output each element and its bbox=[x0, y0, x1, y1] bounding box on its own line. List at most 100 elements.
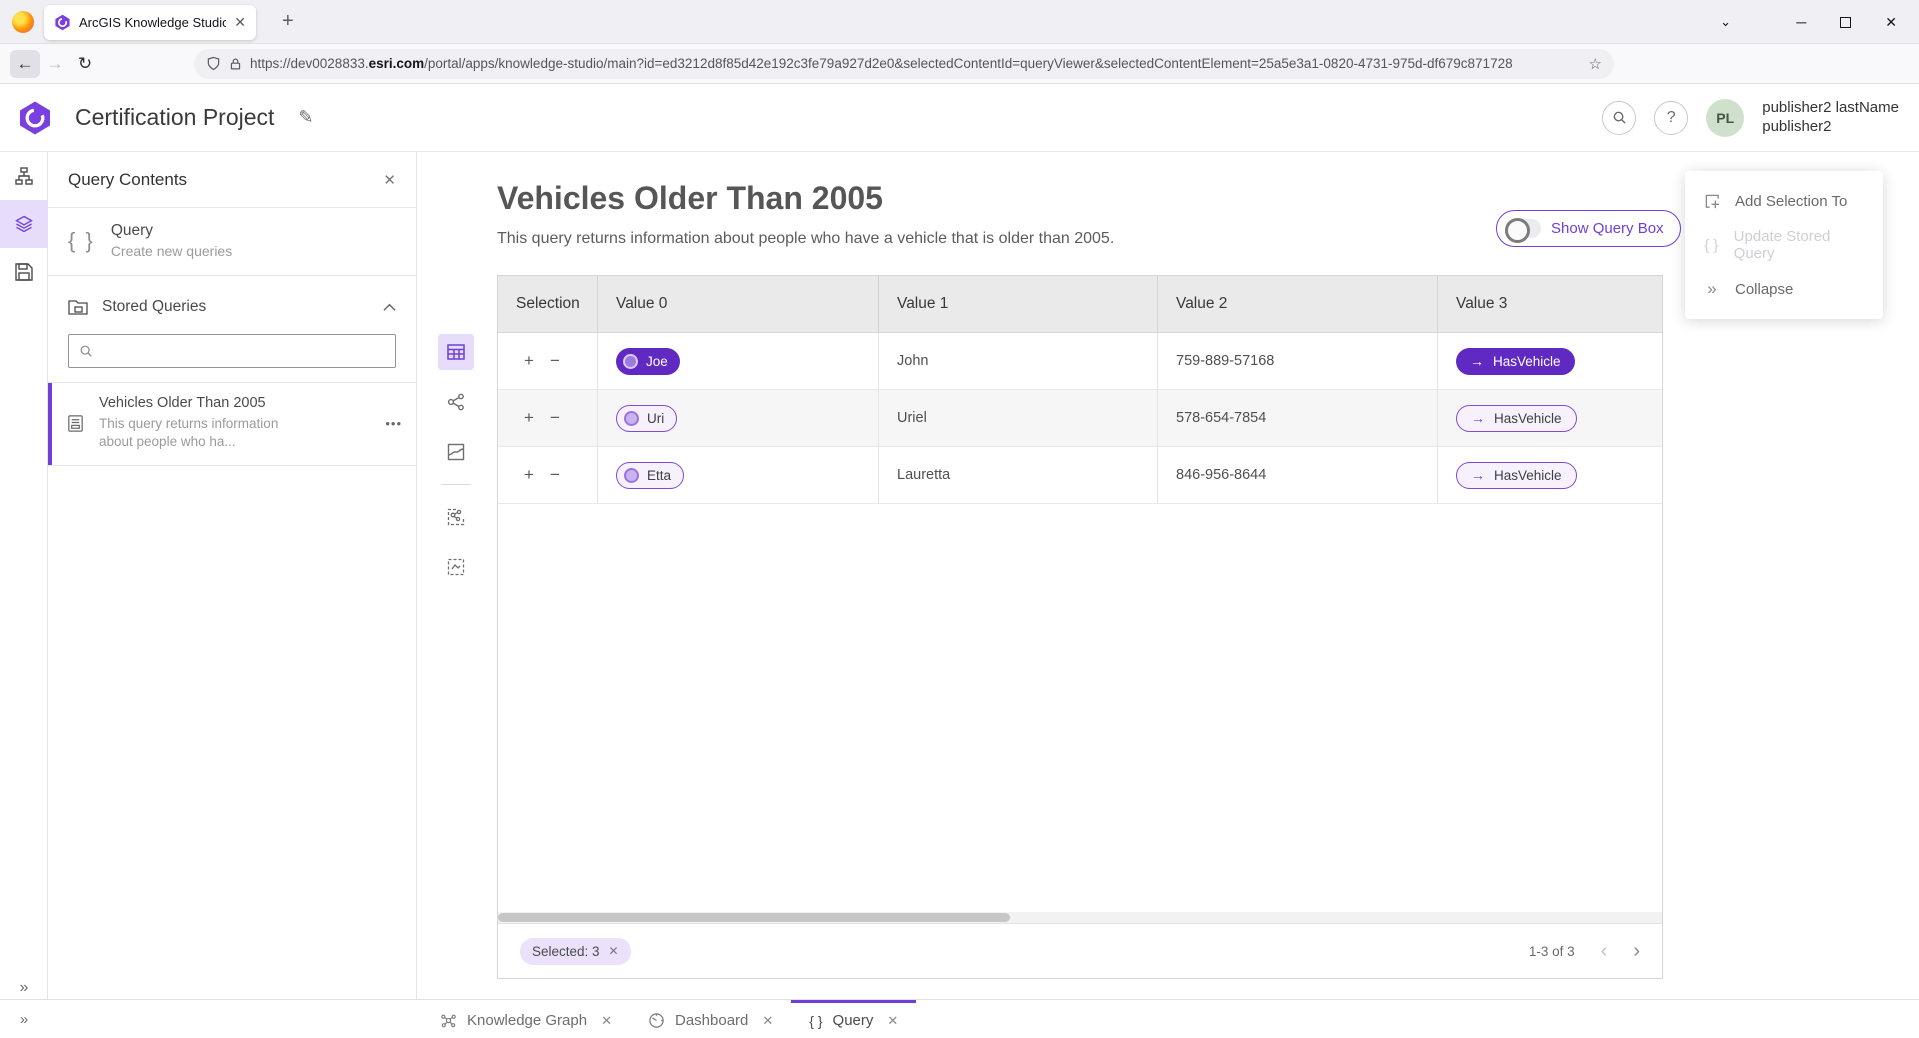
chevron-up-icon[interactable] bbox=[383, 303, 396, 312]
context-menu: Add Selection To { } Update Stored Query… bbox=[1685, 171, 1883, 319]
help-button[interactable]: ? bbox=[1654, 101, 1688, 135]
url-text: https://dev0028833.esri.com/portal/apps/… bbox=[250, 56, 1513, 71]
row-remove-icon[interactable]: − bbox=[550, 351, 560, 371]
search-button[interactable] bbox=[1602, 101, 1636, 135]
entity-pill[interactable]: Etta bbox=[616, 462, 684, 489]
project-title: Certification Project bbox=[75, 104, 274, 131]
expand-bottom-icon[interactable]: » bbox=[0, 1011, 48, 1028]
clear-selection-icon[interactable]: ✕ bbox=[609, 944, 619, 958]
expand-rail-icon[interactable]: » bbox=[0, 979, 48, 997]
tab-close-icon[interactable]: ✕ bbox=[887, 1013, 898, 1029]
entity-dot-icon bbox=[624, 411, 639, 426]
layers-icon bbox=[14, 214, 34, 234]
map-view-button[interactable] bbox=[438, 434, 474, 470]
item-options-icon[interactable]: ••• bbox=[385, 416, 402, 431]
browser-tab-title: ArcGIS Knowledge Studio bbox=[79, 15, 226, 30]
stored-query-item[interactable]: Vehicles Older Than 2005 This query retu… bbox=[48, 382, 416, 466]
page-previous-icon[interactable]: ‹ bbox=[1601, 940, 1608, 963]
url-bar[interactable]: https://dev0028833.esri.com/portal/apps/… bbox=[194, 49, 1614, 79]
col-header-selection[interactable]: Selection bbox=[498, 276, 598, 332]
tracking-shield-icon[interactable] bbox=[206, 56, 221, 71]
firefox-icon[interactable] bbox=[12, 11, 34, 33]
knowledge-graph-icon bbox=[440, 1012, 457, 1029]
tab-query[interactable]: { } Query ✕ bbox=[791, 1000, 916, 1038]
relationship-pill[interactable]: →HasVehicle bbox=[1456, 462, 1577, 489]
row-remove-icon[interactable]: − bbox=[550, 465, 560, 485]
main-content: Vehicles Older Than 2005 This query retu… bbox=[417, 152, 1919, 999]
rail-item-save[interactable] bbox=[0, 248, 48, 296]
search-input[interactable] bbox=[101, 343, 385, 359]
show-query-box-button[interactable]: Show Query Box bbox=[1496, 210, 1681, 247]
horizontal-scrollbar[interactable] bbox=[498, 912, 1662, 923]
tab-close-icon[interactable]: ✕ bbox=[601, 1013, 612, 1029]
window-controls: ─ ✕ bbox=[1796, 0, 1919, 44]
menu-item-add-selection-to[interactable]: Add Selection To bbox=[1685, 179, 1883, 223]
relationship-pill[interactable]: →HasVehicle bbox=[1456, 405, 1577, 432]
avatar[interactable]: PL bbox=[1706, 99, 1744, 137]
braces-icon: { } bbox=[1703, 237, 1720, 254]
link-chart-button[interactable] bbox=[438, 384, 474, 420]
cell-value2: 846-956-8644 bbox=[1158, 447, 1438, 503]
query-create-item[interactable]: { } Query Create new queries bbox=[48, 208, 416, 276]
edit-pencil-icon[interactable]: ✎ bbox=[298, 107, 313, 128]
header-actions: ? PL publisher2 lastName publisher2 bbox=[1602, 99, 1919, 137]
row-remove-icon[interactable]: − bbox=[550, 408, 560, 428]
bookmark-star-icon[interactable]: ☆ bbox=[1589, 55, 1602, 73]
row-add-icon[interactable]: + bbox=[524, 465, 534, 485]
braces-icon: { } bbox=[68, 228, 95, 254]
maximize-icon[interactable] bbox=[1840, 17, 1851, 28]
row-add-icon[interactable]: + bbox=[524, 351, 534, 371]
stored-queries-title: Stored Queries bbox=[102, 298, 369, 316]
add-to-map-button[interactable] bbox=[438, 549, 474, 585]
table-row[interactable]: +− Etta Lauretta 846-956-8644 →HasVehicl… bbox=[498, 447, 1662, 504]
menu-item-update-stored-query: { } Update Stored Query bbox=[1685, 223, 1883, 267]
table-row[interactable]: +− Uri Uriel 578-654-7854 →HasVehicle bbox=[498, 390, 1662, 447]
page-next-icon[interactable]: › bbox=[1633, 940, 1640, 963]
save-icon bbox=[14, 262, 34, 282]
col-header-value0[interactable]: Value 0 bbox=[598, 276, 879, 332]
stored-queries-search[interactable] bbox=[68, 334, 396, 368]
col-header-value1[interactable]: Value 1 bbox=[879, 276, 1158, 332]
minimize-icon[interactable]: ─ bbox=[1796, 14, 1806, 30]
close-window-icon[interactable]: ✕ bbox=[1885, 14, 1897, 31]
entity-pill[interactable]: Joe bbox=[616, 348, 680, 375]
browser-tab[interactable]: ArcGIS Knowledge Studio ✕ bbox=[44, 5, 256, 40]
relationship-pill[interactable]: →HasVehicle bbox=[1456, 348, 1575, 375]
forward-button[interactable]: → bbox=[40, 54, 70, 74]
tab-close-icon[interactable]: ✕ bbox=[234, 14, 246, 31]
panel-close-icon[interactable]: ✕ bbox=[383, 171, 396, 189]
list-tabs-icon[interactable]: ⌄ bbox=[1720, 14, 1731, 30]
back-button[interactable]: ← bbox=[10, 50, 40, 78]
add-to-link-chart-button[interactable] bbox=[438, 499, 474, 535]
scrollbar-thumb[interactable] bbox=[498, 913, 1010, 922]
tab-close-icon[interactable]: ✕ bbox=[762, 1013, 773, 1029]
tab-dashboard[interactable]: Dashboard ✕ bbox=[630, 1000, 791, 1038]
rail-item-layers[interactable] bbox=[0, 200, 48, 248]
stored-queries-header[interactable]: Stored Queries bbox=[48, 276, 416, 328]
dashboard-gauge-icon bbox=[648, 1012, 665, 1029]
show-query-box-toggle[interactable] bbox=[1505, 219, 1541, 238]
hierarchy-icon bbox=[14, 166, 34, 186]
pagination-text: 1-3 of 3 bbox=[1529, 944, 1575, 959]
table-row[interactable]: +− Joe John 759-889-57168 →HasVehicle bbox=[498, 333, 1662, 390]
col-header-value2[interactable]: Value 2 bbox=[1158, 276, 1438, 332]
entity-pill[interactable]: Uri bbox=[616, 405, 677, 432]
link-chart-icon bbox=[446, 392, 466, 412]
new-tab-button[interactable]: + bbox=[282, 10, 294, 32]
row-add-icon[interactable]: + bbox=[524, 408, 534, 428]
query-item-subtitle: Create new queries bbox=[111, 243, 232, 259]
arrow-right-icon: → bbox=[1471, 467, 1485, 483]
cell-value2: 578-654-7854 bbox=[1158, 390, 1438, 446]
cell-value1: John bbox=[879, 333, 1158, 389]
show-query-box-label: Show Query Box bbox=[1551, 220, 1664, 237]
stored-query-title: Vehicles Older Than 2005 bbox=[99, 395, 309, 411]
selected-chip[interactable]: Selected: 3 ✕ bbox=[520, 938, 631, 965]
tab-knowledge-graph[interactable]: Knowledge Graph ✕ bbox=[422, 1000, 630, 1038]
table-view-button[interactable] bbox=[438, 334, 474, 370]
reload-button[interactable]: ↻ bbox=[70, 54, 100, 74]
lock-icon[interactable] bbox=[229, 57, 242, 71]
menu-item-collapse[interactable]: » Collapse bbox=[1685, 267, 1883, 311]
col-header-value3[interactable]: Value 3 bbox=[1438, 276, 1663, 332]
add-selection-icon bbox=[1704, 193, 1721, 210]
rail-item-data-model[interactable] bbox=[0, 152, 48, 200]
